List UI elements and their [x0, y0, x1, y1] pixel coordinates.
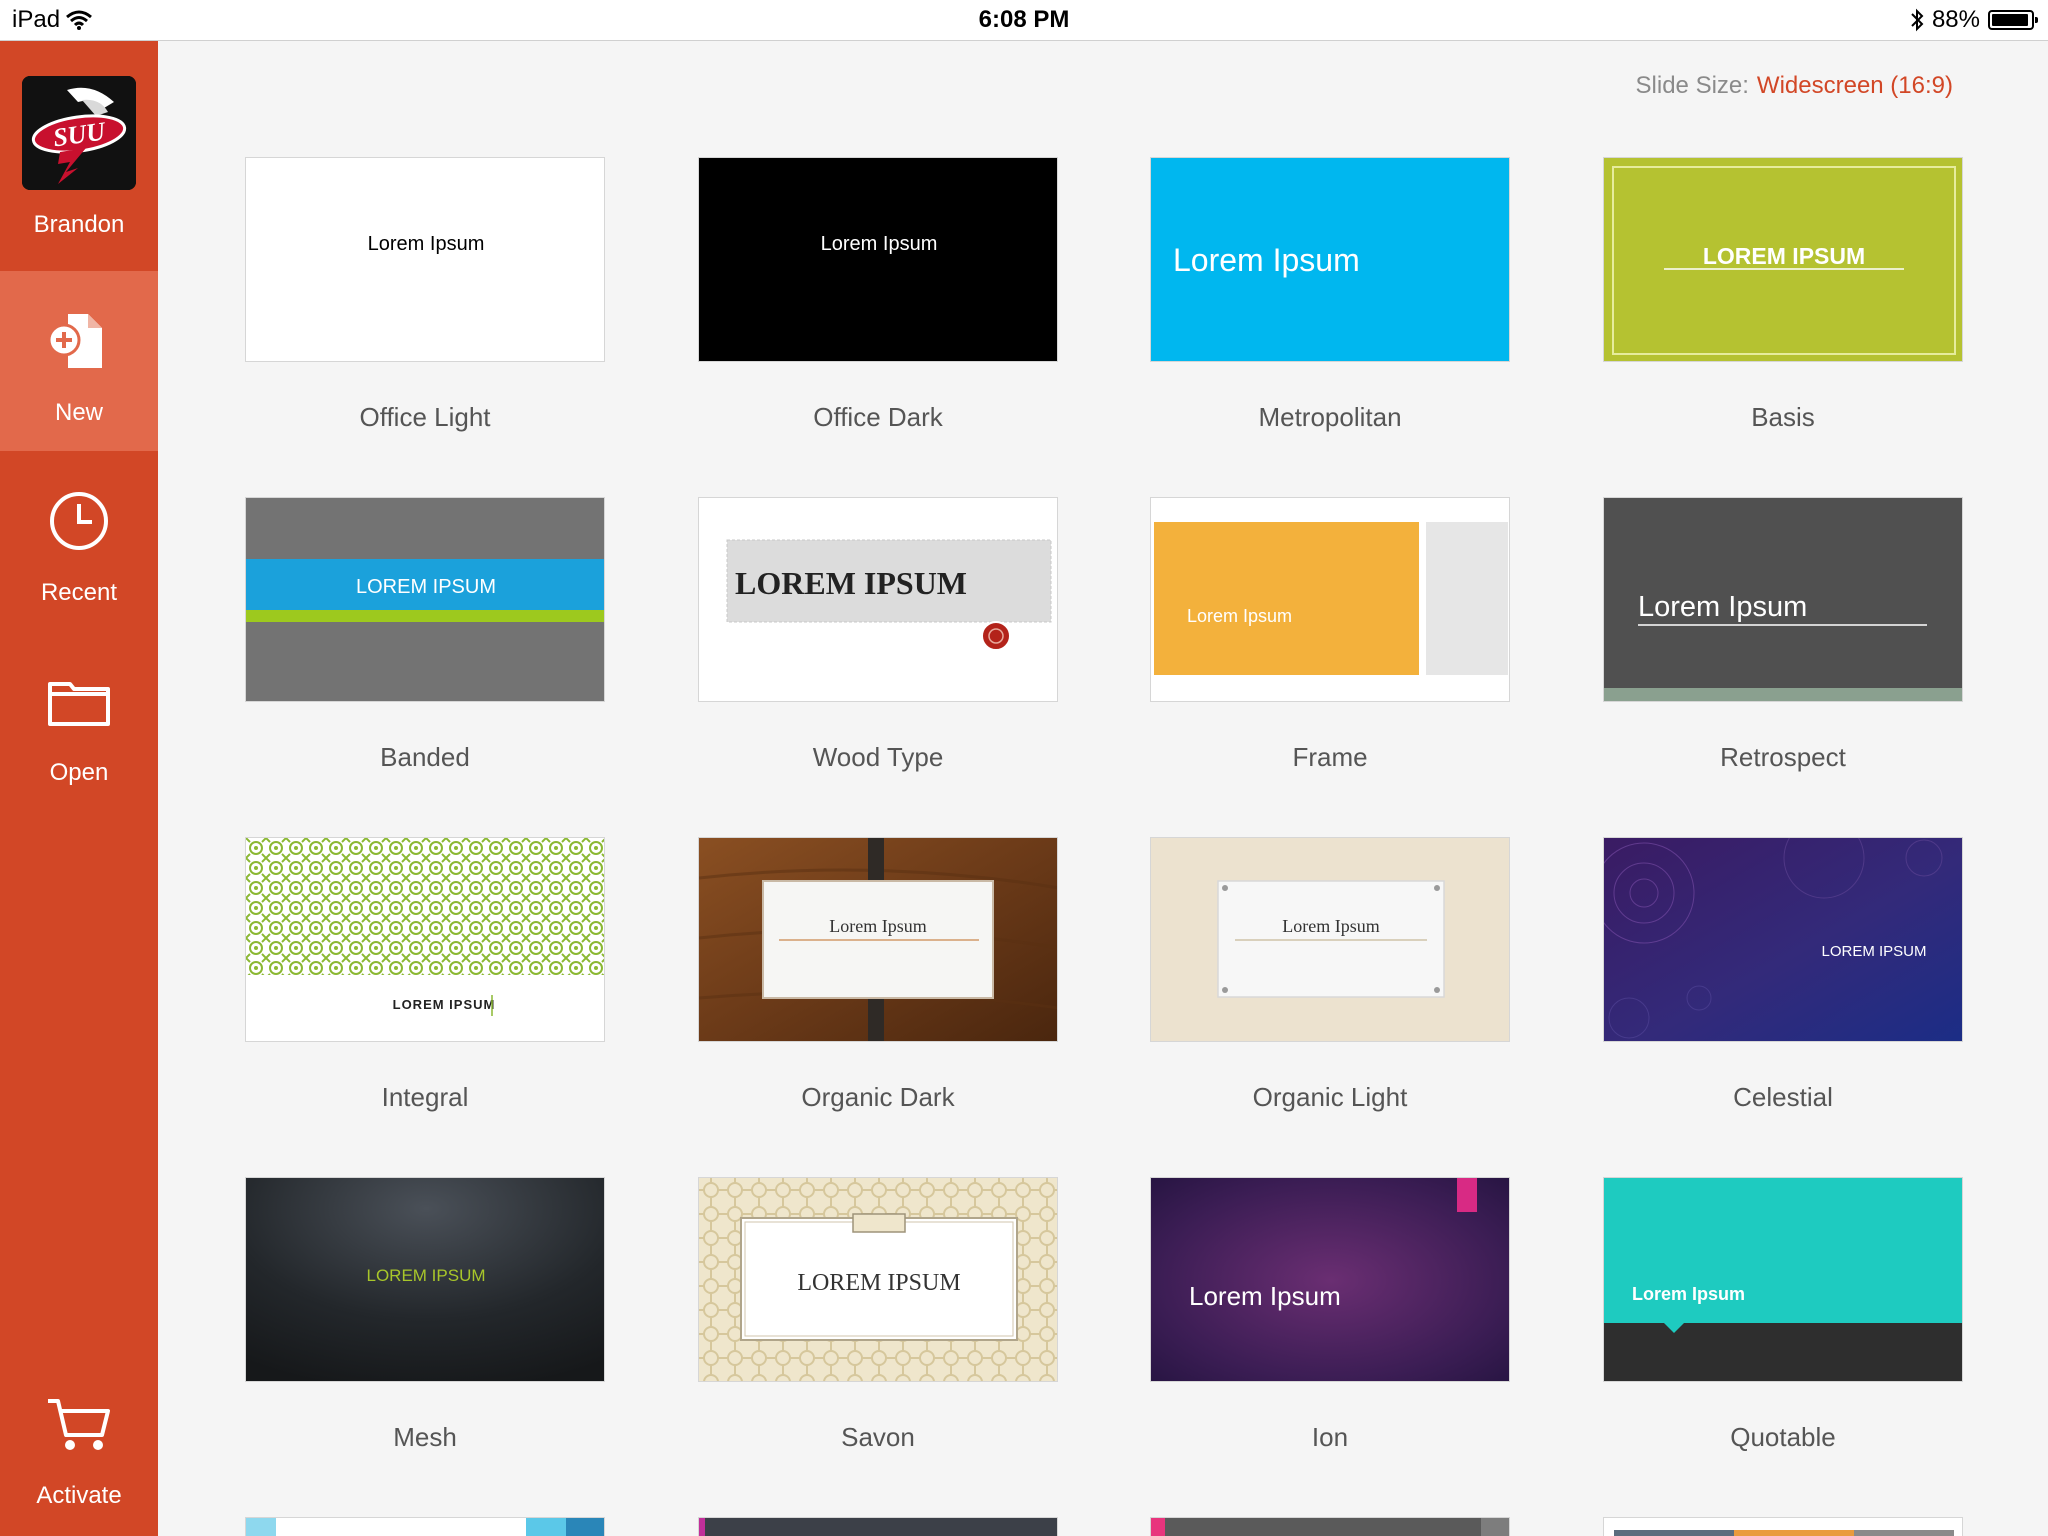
bluetooth-icon [1911, 8, 1924, 32]
slide-size-label: Slide Size: [1635, 72, 1749, 99]
theme-thumbnail[interactable] [245, 1517, 605, 1536]
theme-organic-dark[interactable]: Lorem Ipsum Organic Dark [698, 837, 1058, 1112]
preview-text: LOREM IPSUM [1703, 243, 1865, 269]
preview-text: LOREM IPSUM [797, 1270, 960, 1296]
preview-text: LOREM IPSUM [1821, 943, 1926, 960]
theme-quotable[interactable]: Lorem Ipsum Quotable [1603, 1177, 1963, 1452]
theme-partial-2[interactable] [698, 1517, 1058, 1536]
theme-thumbnail[interactable]: Lorem Ipsum [698, 157, 1058, 362]
nav-recent[interactable]: Recent [0, 451, 158, 631]
theme-name: Office Light [359, 402, 491, 432]
theme-thumbnail[interactable]: Lorem Ipsum [1603, 497, 1963, 702]
theme-thumbnail[interactable]: LOREM IPSUM [698, 1177, 1058, 1382]
preview-text: Lorem Ipsum [821, 233, 938, 255]
nav-new-label: New [54, 399, 103, 426]
theme-name: Retrospect [1720, 742, 1846, 772]
cart-icon [48, 1399, 110, 1450]
nav-new[interactable]: New [0, 271, 158, 451]
theme-thumbnail[interactable] [698, 1517, 1058, 1536]
theme-thumbnail[interactable]: LOREM IPSUM [245, 1177, 605, 1382]
theme-partial-3[interactable] [1150, 1517, 1510, 1536]
nav-open[interactable]: Open [0, 631, 158, 811]
theme-mesh[interactable]: LOREM IPSUM Mesh [245, 1177, 605, 1452]
nav-activate[interactable]: Activate [0, 1354, 158, 1534]
preview-text: Lorem Ipsum [1173, 242, 1360, 278]
theme-frame[interactable]: Lorem Ipsum Frame [1150, 497, 1510, 772]
theme-thumbnail[interactable]: Lorem Ipsum [1150, 1177, 1510, 1382]
suu-logo-icon: SUU [22, 76, 136, 190]
avatar[interactable]: SUU [22, 76, 136, 190]
preview-text: Lorem Ipsum [1189, 1281, 1341, 1311]
theme-name: Wood Type [812, 742, 944, 772]
theme-name: Mesh [393, 1422, 457, 1452]
theme-name: Organic Dark [801, 1082, 955, 1112]
theme-thumbnail[interactable]: LOREM IPSUM [698, 497, 1058, 702]
theme-organic-light[interactable]: Lorem Ipsum Organic Light [1150, 837, 1510, 1112]
theme-thumbnail[interactable]: LOREM IPSUM [245, 837, 605, 1042]
theme-integral[interactable]: LOREM IPSUM Integral [245, 837, 605, 1112]
account-area[interactable]: SUU Brandon [0, 41, 158, 271]
theme-thumbnail[interactable]: Lorem Ipsum [1603, 1177, 1963, 1382]
theme-basis[interactable]: LOREM IPSUM Basis [1603, 157, 1963, 432]
status-right: 88% [1910, 6, 2038, 34]
preview-text: LOREM IPSUM [356, 576, 496, 598]
status-bar: iPad 6:08 PM 88% [0, 0, 2048, 41]
theme-metropolitan[interactable]: Lorem Ipsum Metropolitan [1150, 157, 1510, 432]
theme-thumbnail[interactable]: Lorem Ipsum [698, 837, 1058, 1042]
slide-size-value[interactable]: Widescreen (16:9) [1757, 72, 1953, 99]
theme-celestial[interactable]: LOREM IPSUM Celestial [1603, 837, 1963, 1112]
new-document-icon [47, 314, 102, 368]
preview-text: LOREM IPSUM [366, 1266, 485, 1285]
nav-open-label: Open [49, 759, 109, 786]
nav-recent-label: Recent [40, 579, 118, 606]
theme-name: Frame [1292, 742, 1368, 772]
clock-icon [50, 492, 108, 550]
theme-thumbnail[interactable]: Lorem Ipsum [1150, 497, 1510, 702]
preview-text: Lorem Ipsum [1187, 606, 1292, 626]
preview-text: Lorem Ipsum [368, 233, 485, 255]
theme-wood-type[interactable]: LOREM IPSUM Wood Type [698, 497, 1058, 772]
theme-thumbnail[interactable]: Lorem Ipsum [1150, 157, 1510, 362]
theme-name: Quotable [1730, 1422, 1836, 1452]
account-name: Brandon [33, 211, 125, 238]
theme-thumbnail[interactable]: Lorem Ipsum [1150, 837, 1510, 1042]
theme-name: Office Dark [813, 402, 943, 432]
theme-name: Organic Light [1252, 1082, 1408, 1112]
theme-thumbnail[interactable] [1150, 1517, 1510, 1536]
battery-icon [1988, 10, 2038, 30]
preview-text: LOREM IPSUM [393, 997, 496, 1012]
theme-thumbnail[interactable] [1603, 1517, 1963, 1536]
theme-name: Integral [381, 1082, 469, 1112]
theme-banded[interactable]: LOREM IPSUM Banded [245, 497, 605, 772]
theme-thumbnail[interactable]: LOREM IPSUM [1603, 157, 1963, 362]
theme-office-light[interactable]: Lorem Ipsum Office Light [245, 157, 605, 432]
theme-name: Savon [841, 1422, 915, 1452]
sidebar: SUU Brandon New Recent Open Activate [0, 41, 158, 1536]
nav-activate-label: Activate [36, 1482, 122, 1509]
theme-name: Banded [380, 742, 470, 772]
theme-name: Celestial [1733, 1082, 1833, 1112]
preview-text: Lorem Ipsum [1632, 1284, 1745, 1304]
theme-retrospect[interactable]: Lorem Ipsum Retrospect [1603, 497, 1963, 772]
theme-name: Metropolitan [1258, 402, 1402, 432]
theme-name: Basis [1751, 402, 1815, 432]
slide-size[interactable]: Slide Size: Widescreen (16:9) [1636, 72, 1953, 100]
theme-savon[interactable]: LOREM IPSUM Savon [698, 1177, 1058, 1452]
theme-thumbnail[interactable]: LOREM IPSUM [245, 497, 605, 702]
preview-text: Lorem Ipsum [829, 916, 926, 936]
theme-ion[interactable]: Lorem Ipsum Ion [1150, 1177, 1510, 1452]
theme-office-dark[interactable]: Lorem Ipsum Office Dark [698, 157, 1058, 432]
theme-thumbnail[interactable]: LOREM IPSUM [1603, 837, 1963, 1042]
theme-partial-1[interactable] [245, 1517, 605, 1536]
theme-name: Ion [1311, 1422, 1349, 1452]
folder-icon [48, 682, 110, 726]
status-time: 6:08 PM [978, 6, 1070, 33]
preview-text: Lorem Ipsum [1638, 591, 1807, 623]
battery-percent: 88% [1931, 6, 1980, 33]
preview-text: Lorem Ipsum [1282, 916, 1379, 936]
preview-text: LOREM IPSUM [735, 565, 967, 601]
theme-thumbnail[interactable]: Lorem Ipsum [245, 157, 605, 362]
theme-partial-4[interactable] [1603, 1517, 1963, 1536]
